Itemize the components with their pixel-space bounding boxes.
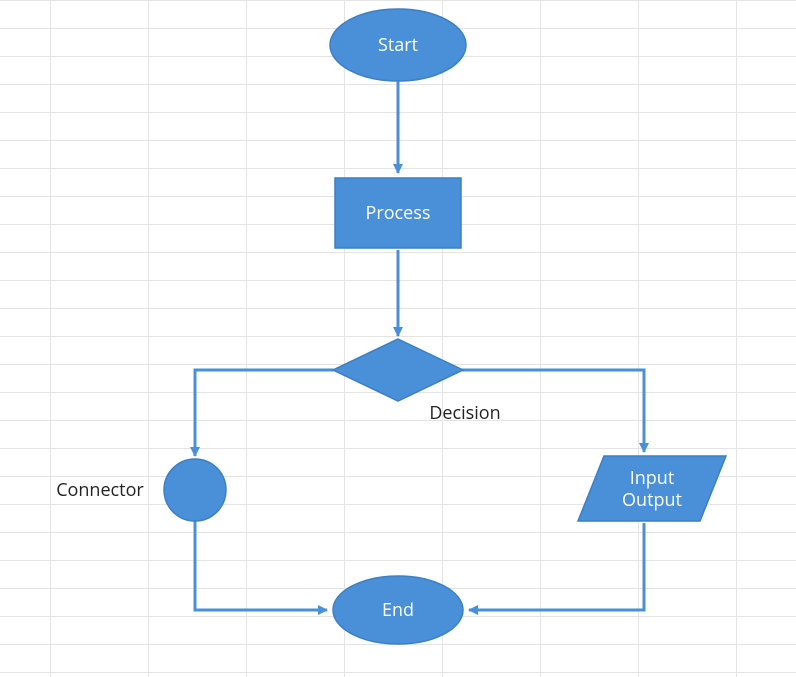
node-io[interactable]: Input Output: [578, 456, 726, 521]
node-connector-label: Connector: [56, 478, 144, 502]
node-io-label-2: Output: [622, 488, 682, 512]
edge-io-end: [469, 523, 644, 610]
node-decision-label: Decision: [429, 401, 500, 425]
node-connector[interactable]: Connector: [56, 459, 226, 521]
node-start[interactable]: Start: [330, 9, 466, 81]
node-start-label: Start: [378, 33, 418, 57]
edge-connector-end: [195, 520, 327, 610]
node-decision[interactable]: Decision: [333, 339, 501, 425]
edge-decision-connector: [195, 370, 335, 456]
node-end-label: End: [382, 598, 414, 622]
node-end[interactable]: End: [333, 576, 463, 644]
node-io-label-1: Input: [630, 466, 675, 490]
flowchart-canvas: Start Process Decision Connector Input O…: [0, 0, 796, 677]
flowchart-svg: Start Process Decision Connector Input O…: [0, 0, 796, 677]
node-process-label: Process: [366, 201, 431, 225]
node-process[interactable]: Process: [335, 178, 461, 248]
